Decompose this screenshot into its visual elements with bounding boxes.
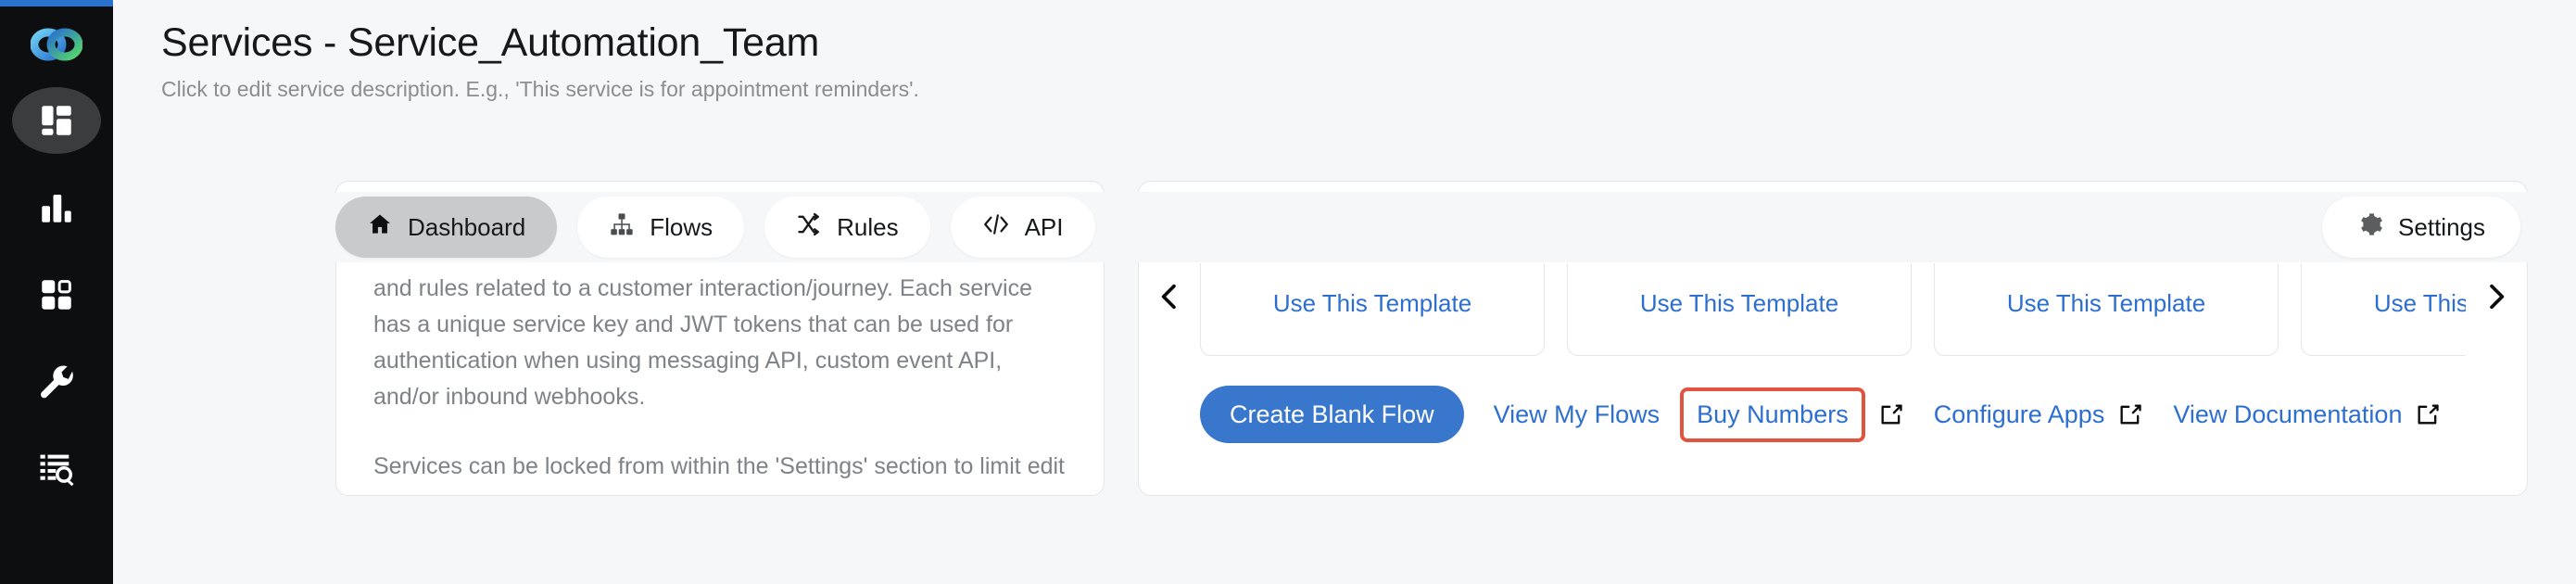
app-root: Services - Service_Automation_Team Click… — [0, 0, 2576, 584]
tab-label: Flows — [650, 212, 713, 241]
buy-numbers-link[interactable]: Buy Numbers — [1697, 400, 1849, 429]
carousel-next-button[interactable] — [2466, 263, 2527, 330]
action-row: Create Blank Flow View My Flows Buy Numb… — [1139, 354, 2527, 443]
use-this-template-link[interactable]: Use This Template — [2374, 289, 2466, 318]
sidebar-item-dashboard[interactable] — [10, 85, 103, 156]
template-card[interactable]: Use This Template — [1567, 263, 1912, 356]
list-search-icon — [37, 450, 76, 489]
buy-numbers-highlight: Buy Numbers — [1680, 387, 1865, 442]
sidebar-item-analytics[interactable] — [10, 172, 103, 243]
external-link-icon — [2415, 401, 2441, 427]
use-this-template-link[interactable]: Use This Template — [1273, 289, 1471, 318]
page-subtitle[interactable]: Click to edit service description. E.g.,… — [161, 77, 2576, 102]
tab-api[interactable]: API — [950, 197, 1095, 258]
tab-rules[interactable]: Rules — [764, 197, 930, 258]
gear-icon — [2357, 211, 2383, 244]
view-my-flows-link[interactable]: View My Flows — [1494, 400, 1661, 429]
shuffle-icon — [796, 211, 822, 244]
use-this-template-link[interactable]: Use This Template — [1640, 289, 1838, 318]
tab-label: API — [1024, 212, 1064, 241]
configure-apps-link[interactable]: Configure Apps — [1934, 400, 2105, 429]
external-link-icon — [2117, 401, 2143, 427]
content-area: and rules related to a customer interact… — [113, 181, 2576, 584]
sidebar-item-tools[interactable] — [10, 347, 103, 417]
settings-label: Settings — [2398, 212, 2485, 241]
description-paragraph-1: and rules related to a customer interact… — [373, 275, 1033, 410]
sidebar-item-logs[interactable] — [10, 434, 103, 504]
tab-label: Dashboard — [408, 212, 526, 241]
sidebar-accent-bar — [0, 0, 113, 6]
template-card[interactable]: Template20 Use This Template — [2301, 263, 2466, 356]
settings-button[interactable]: Settings — [2322, 197, 2520, 258]
left-sidebar — [0, 0, 113, 584]
carousel-prev-button[interactable] — [1139, 263, 1200, 330]
tab-bar: Dashboard Flows Rules API Settings — [113, 192, 2576, 262]
code-icon — [982, 211, 1010, 244]
create-blank-flow-button[interactable]: Create Blank Flow — [1200, 386, 1464, 443]
template-card[interactable]: Templates Use This Template — [1200, 263, 1545, 356]
template-card-list: Templates Use This Template — [1200, 263, 2466, 356]
page-header: Services - Service_Automation_Team Click… — [113, 0, 2576, 102]
external-link-icon — [1878, 401, 1904, 427]
page-title[interactable]: Services - Service_Automation_Team — [161, 20, 2576, 66]
use-this-template-link[interactable]: Use This Template — [2007, 289, 2205, 318]
tab-label: Rules — [837, 212, 899, 241]
webex-logo-icon[interactable] — [29, 20, 84, 69]
wrench-icon — [37, 362, 76, 401]
bar-chart-icon — [37, 188, 76, 227]
home-icon — [367, 211, 393, 244]
description-paragraph-2: Services can be locked from within the '… — [373, 453, 1065, 495]
view-documentation-link[interactable]: View Documentation — [2173, 400, 2402, 429]
main-content: Services - Service_Automation_Team Click… — [113, 0, 2576, 584]
flow-tree-icon — [609, 211, 635, 244]
template-card[interactable]: Use This Template — [1934, 263, 2279, 356]
tab-dashboard[interactable]: Dashboard — [335, 197, 558, 258]
layout-dashboard-icon — [37, 101, 76, 140]
tab-flows[interactable]: Flows — [577, 197, 745, 258]
grid-apps-icon — [37, 275, 76, 314]
sidebar-item-apps[interactable] — [10, 260, 103, 330]
